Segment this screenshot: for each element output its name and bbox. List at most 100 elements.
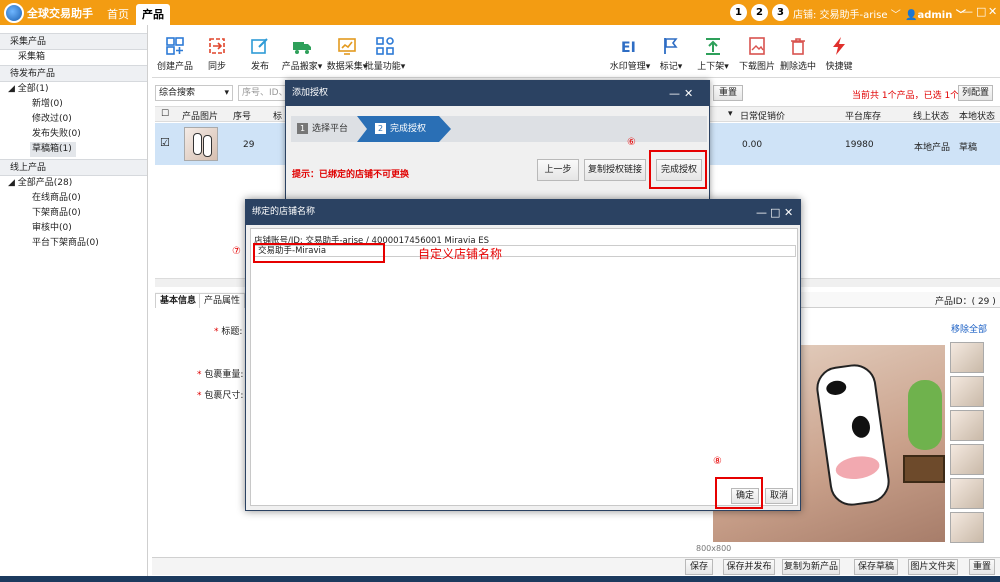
watermark-button[interactable]: EI 水印管理▾ bbox=[607, 36, 653, 72]
up-down-icon bbox=[706, 38, 720, 55]
package-size-label: * 包裹尺寸: bbox=[197, 391, 244, 401]
sidebar-item-platform-delisted[interactable]: 平台下架商品(0) bbox=[0, 236, 147, 251]
sidebar-item-pending-all[interactable]: ◢ 全部(1) bbox=[0, 82, 147, 97]
col-product-image[interactable]: 产品图片 bbox=[182, 109, 218, 122]
remove-all-link[interactable]: 移除全部 bbox=[951, 322, 987, 335]
image-size-label: 800x800 bbox=[696, 544, 732, 553]
chevron-down-icon: ▾ bbox=[317, 62, 323, 72]
dialog-title-bar: 绑定的店铺名称 — □ ✕ bbox=[246, 200, 800, 225]
select-all-checkbox[interactable]: ☐ bbox=[161, 109, 169, 119]
dialog-content: 店铺账号/ID: 交易助手-arise / 4000017456001 Mira… bbox=[232, 228, 798, 506]
bound-store-name-dialog: 绑定的店铺名称 — □ ✕ 店铺账号/ID: 交易助手-arise / 4000… bbox=[232, 199, 801, 511]
close-icon[interactable]: ✕ bbox=[684, 81, 693, 106]
tab-products[interactable]: 产品 bbox=[136, 4, 170, 25]
save-draft-button[interactable]: 保存草稿 bbox=[854, 559, 898, 575]
minimize-icon[interactable]: — bbox=[962, 5, 973, 18]
shortcut-keys-button[interactable]: 快捷键 bbox=[816, 36, 862, 72]
minimize-icon[interactable]: — bbox=[756, 200, 767, 225]
search-input[interactable]: 序号、ID、 bbox=[238, 85, 286, 101]
save-button[interactable]: 保存 bbox=[685, 559, 713, 575]
top-bar: 全球交易助手 首页 产品 1 2 3 店铺: 交易助手-arise ﹀ 👤adm… bbox=[0, 0, 1000, 25]
tree-expand-icon: ◢ bbox=[8, 178, 18, 188]
product-move-button[interactable]: 产品搬家▾ bbox=[279, 36, 325, 72]
step-3-badge[interactable]: 3 bbox=[772, 4, 789, 21]
thumbnail-image[interactable] bbox=[950, 410, 984, 441]
sidebar-item-modified[interactable]: 修改过(0) bbox=[0, 112, 147, 127]
svg-text:EI: EI bbox=[621, 40, 636, 56]
column-config-button[interactable]: 列配置 bbox=[958, 85, 993, 101]
minimize-icon[interactable]: — bbox=[669, 81, 680, 106]
sidebar-item-online-all[interactable]: ◢ 全部产品(28) bbox=[0, 176, 147, 191]
thumbnail-strip bbox=[950, 342, 986, 546]
sidebar-header-pending: 待发布产品 bbox=[0, 65, 147, 82]
download-images-button[interactable]: 下载图片 bbox=[734, 36, 780, 72]
close-icon[interactable]: ✕ bbox=[988, 5, 997, 18]
copy-as-new-button[interactable]: 复制为新产品 bbox=[782, 559, 840, 575]
copy-auth-link-button[interactable]: 复制授权链接 bbox=[584, 159, 646, 181]
tab-home[interactable]: 首页 bbox=[101, 4, 135, 25]
cancel-button[interactable]: 取消 bbox=[765, 488, 793, 504]
save-publish-button[interactable]: 保存并发布 bbox=[723, 559, 775, 575]
row-index: 29 bbox=[243, 140, 255, 150]
step-2-badge[interactable]: 2 bbox=[751, 4, 768, 21]
previous-step-button[interactable]: 上一步 bbox=[537, 159, 579, 181]
product-thumbnail[interactable] bbox=[184, 127, 218, 161]
sidebar-header-collect: 采集产品 bbox=[0, 33, 147, 50]
highlight-store-name-box bbox=[253, 243, 385, 263]
delete-selected-button[interactable]: 删除选中 bbox=[775, 36, 821, 72]
thumbnail-image[interactable] bbox=[950, 376, 984, 407]
sidebar-item-drafts[interactable]: 草稿箱(1) bbox=[30, 142, 76, 157]
col-platform-stock[interactable]: 平台库存 bbox=[845, 109, 881, 122]
list-delist-button[interactable]: 上下架▾ bbox=[690, 36, 736, 72]
store-selector[interactable]: 店铺: 交易助手-arise ﹀ bbox=[793, 6, 901, 21]
user-icon: 👤 bbox=[905, 10, 918, 21]
image-icon bbox=[749, 37, 765, 55]
chevron-down-icon: ▾ bbox=[400, 62, 406, 72]
sidebar-item-collect-box[interactable]: 采集箱 bbox=[0, 50, 147, 65]
col-promo-price[interactable]: 日常促销价 bbox=[740, 109, 785, 122]
thumbnail-image[interactable] bbox=[950, 444, 984, 475]
batch-functions-button[interactable]: 批量功能▾ bbox=[362, 36, 408, 72]
apps-icon bbox=[376, 37, 394, 55]
title-label: * 标题: bbox=[214, 327, 243, 337]
sidebar-item-listed[interactable]: 在线商品(0) bbox=[0, 191, 147, 206]
annotation-eight: ⑧ bbox=[713, 456, 722, 467]
annotation-custom-store-name: 自定义店铺名称 bbox=[418, 247, 503, 261]
thumbnail-image[interactable] bbox=[950, 478, 984, 509]
sidebar-item-new[interactable]: 新增(0) bbox=[0, 97, 147, 112]
mark-button[interactable]: 标记▾ bbox=[648, 36, 694, 72]
col-local-status[interactable]: 本地状态 bbox=[959, 109, 995, 122]
chart-icon bbox=[338, 38, 356, 55]
sidebar-item-delisted[interactable]: 下架商品(0) bbox=[0, 206, 147, 221]
tab-product-attributes[interactable]: 产品属性 bbox=[199, 293, 246, 308]
row-checkbox[interactable]: ☑ bbox=[160, 136, 170, 149]
thumbnail-image[interactable] bbox=[950, 512, 984, 543]
publish-button[interactable]: 发布 bbox=[237, 36, 283, 72]
maximize-icon[interactable]: □ bbox=[770, 200, 780, 225]
grid-plus-icon bbox=[166, 37, 184, 55]
reset-search-button[interactable]: 重置 bbox=[713, 85, 743, 101]
product-id-label: 产品ID：( 29 ) bbox=[935, 297, 996, 307]
row-stock: 19980 bbox=[845, 140, 874, 150]
step-1-badge[interactable]: 1 bbox=[730, 4, 747, 21]
bind-hint: 提示：已绑定的店铺不可更换 bbox=[292, 170, 410, 180]
search-mode-select[interactable]: 综合搜索 ▾ bbox=[155, 85, 233, 101]
col-index[interactable]: 序号 bbox=[233, 109, 251, 122]
sidebar-item-failed[interactable]: 发布失败(0) bbox=[0, 127, 147, 142]
image-folder-button[interactable]: 图片文件夹 bbox=[908, 559, 958, 575]
thumbnail-image[interactable] bbox=[950, 342, 984, 373]
reset-button[interactable]: 重置 bbox=[969, 559, 995, 575]
chevron-down-icon[interactable]: ▾ bbox=[728, 109, 733, 119]
maximize-icon[interactable]: □ bbox=[976, 5, 986, 18]
user-menu[interactable]: 👤admin ﹀ bbox=[905, 6, 966, 21]
tab-basic-info[interactable]: 基本信息 bbox=[155, 293, 202, 308]
sync-button[interactable]: 同步 bbox=[194, 36, 240, 72]
sidebar-item-reviewing[interactable]: 审核中(0) bbox=[0, 221, 147, 236]
col-online-status[interactable]: 线上状态 bbox=[913, 109, 949, 122]
close-icon[interactable]: ✕ bbox=[784, 200, 793, 225]
lightning-icon bbox=[833, 37, 845, 55]
toolbar: 创建产品 同步 发布 产品搬家▾ 数据采集▾ 批量功能▾ EI 水印管理▾ 标记… bbox=[152, 30, 1000, 78]
col-title[interactable]: 标 bbox=[273, 109, 282, 122]
create-product-button[interactable]: 创建产品 bbox=[152, 36, 198, 72]
row-online-status: 本地产品 bbox=[914, 143, 951, 153]
